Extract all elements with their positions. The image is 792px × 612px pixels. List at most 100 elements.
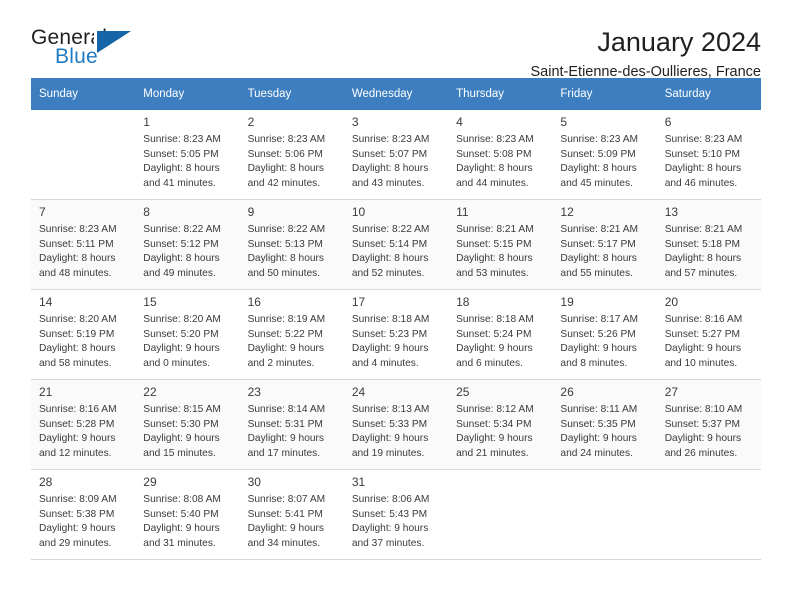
sunset-text: Sunset: 5:35 PM (560, 418, 636, 430)
day-number: 9 (247, 205, 255, 219)
calendar-day-cell[interactable]: 28 Sunrise: 8:09 AM Sunset: 5:38 PM Dayligh… (31, 469, 136, 560)
sunset-text: Sunset: 5:12 PM (143, 238, 219, 250)
calendar-day-cell[interactable]: 12 Sunrise: 8:21 AM Sunset: 5:17 PM Dayligh… (552, 199, 657, 290)
sunset-text: Sunset: 5:31 PM (247, 418, 323, 430)
calendar-day-cell[interactable]: 26 Sunrise: 8:11 AM Sunset: 5:35 PM Dayligh… (552, 379, 657, 470)
day-cell-content: 9 Sunrise: 8:22 AM Sunset: 5:13 PM Daylight… (240, 200, 344, 281)
day-cell-content: 2 Sunrise: 8:23 AM Sunset: 5:06 PM Daylight… (240, 110, 344, 191)
daylight-text-line1: Daylight: 9 hours (39, 523, 116, 535)
daylight-text-line1: Daylight: 8 hours (39, 253, 116, 265)
calendar-day-cell[interactable]: 10 Sunrise: 8:22 AM Sunset: 5:14 PM Dayligh… (343, 199, 449, 290)
calendar-day-cell[interactable]: 25 Sunrise: 8:12 AM Sunset: 5:34 PM Dayligh… (448, 379, 553, 470)
daylight-text-line2: and 41 minutes. (143, 177, 216, 189)
calendar-day-cell[interactable]: 5 Sunrise: 8:23 AM Sunset: 5:09 PM Daylight… (552, 110, 657, 200)
calendar-day-cell[interactable]: 31 Sunrise: 8:06 AM Sunset: 5:43 PM Dayligh… (343, 469, 449, 560)
calendar-day-cell[interactable]: 23 Sunrise: 8:14 AM Sunset: 5:31 PM Dayligh… (239, 379, 344, 470)
day-number: 28 (39, 475, 53, 489)
calendar-day-cell[interactable]: 8 Sunrise: 8:22 AM Sunset: 5:12 PM Daylight… (135, 199, 240, 290)
daylight-text-line1: Daylight: 9 hours (247, 433, 325, 445)
calendar-day-cell[interactable]: 24 Sunrise: 8:13 AM Sunset: 5:33 PM Dayligh… (343, 379, 449, 470)
calendar-header-row: Sunday Monday Tuesday Wednesday Thursday… (31, 78, 761, 110)
calendar-day-cell[interactable]: 11 Sunrise: 8:21 AM Sunset: 5:15 PM Dayligh… (448, 199, 553, 290)
day-number: 26 (560, 385, 574, 399)
day-number: 23 (247, 385, 261, 399)
day-number: 17 (351, 295, 366, 309)
daylight-text-line2: and 21 minutes. (456, 447, 529, 459)
sunrise-text: Sunrise: 8:14 AM (247, 404, 326, 415)
daylight-text-line1: Daylight: 8 hours (560, 253, 637, 265)
daylight-text-line2: and 12 minutes. (39, 447, 112, 459)
calendar-day-cell[interactable]: 6 Sunrise: 8:23 AM Sunset: 5:10 PM Daylight… (656, 110, 761, 200)
weekday-header-tuesday: Tuesday (239, 78, 344, 110)
calendar-day-cell[interactable]: 1 Sunrise: 8:23 AM Sunset: 5:05 PM Daylight… (135, 110, 240, 200)
calendar-day-cell[interactable]: 7 Sunrise: 8:23 AM Sunset: 5:11 PM Daylight… (31, 199, 136, 290)
daylight-text-line2: and 10 minutes. (664, 357, 738, 369)
calendar-day-cell[interactable]: 19 Sunrise: 8:17 AM Sunset: 5:26 PM Dayligh… (552, 289, 657, 380)
calendar-week-row: 14 Sunrise: 8:20 AM Sunset: 5:19 PM Dayligh… (31, 289, 761, 380)
daylight-text-line1: Daylight: 8 hours (143, 163, 220, 175)
sunset-text: Sunset: 5:11 PM (39, 238, 114, 250)
weekday-header-thursday: Thursday (448, 78, 553, 110)
day-number: 14 (39, 295, 53, 309)
daylight-text-line2: and 43 minutes. (351, 177, 425, 189)
calendar-day-cell[interactable]: 20 Sunrise: 8:16 AM Sunset: 5:27 PM Dayligh… (656, 289, 761, 380)
daylight-text-line2: and 31 minutes. (143, 537, 216, 549)
sunset-text: Sunset: 5:40 PM (143, 508, 219, 520)
calendar-day-cell[interactable]: 30 Sunrise: 8:07 AM Sunset: 5:41 PM Dayligh… (239, 469, 344, 560)
brand-logo[interactable]: General Blue (31, 26, 141, 74)
calendar-day-cell[interactable]: 15 Sunrise: 8:20 AM Sunset: 5:20 PM Dayligh… (135, 289, 240, 380)
daylight-text-line2: and 37 minutes. (351, 537, 425, 549)
day-cell-content: 6 Sunrise: 8:23 AM Sunset: 5:10 PM Daylight… (657, 110, 761, 191)
calendar-day-cell[interactable]: 4 Sunrise: 8:23 AM Sunset: 5:08 PM Daylight… (448, 110, 553, 200)
daylight-text-line1: Daylight: 9 hours (39, 433, 116, 445)
calendar-empty-cell (656, 469, 761, 560)
sunset-text: Sunset: 5:20 PM (143, 328, 219, 340)
sunset-text: Sunset: 5:37 PM (664, 418, 741, 430)
day-number: 20 (664, 295, 679, 309)
day-number: 3 (351, 115, 359, 129)
day-number: 10 (351, 205, 366, 219)
day-number: 16 (247, 295, 261, 309)
daylight-text-line1: Daylight: 9 hours (664, 433, 742, 445)
daylight-text-line2: and 53 minutes. (456, 267, 529, 279)
calendar-day-cell[interactable]: 21 Sunrise: 8:16 AM Sunset: 5:28 PM Dayligh… (31, 379, 136, 470)
sunrise-text: Sunrise: 8:23 AM (39, 224, 117, 235)
day-number: 12 (560, 205, 574, 219)
day-cell-content: 13 Sunrise: 8:21 AM Sunset: 5:18 PM Dayligh… (657, 200, 761, 281)
calendar-day-cell[interactable]: 27 Sunrise: 8:10 AM Sunset: 5:37 PM Dayligh… (656, 379, 761, 470)
sunrise-text: Sunrise: 8:18 AM (351, 314, 430, 325)
calendar-day-cell[interactable]: 22 Sunrise: 8:15 AM Sunset: 5:30 PM Dayligh… (135, 379, 240, 470)
day-cell-content: 11 Sunrise: 8:21 AM Sunset: 5:15 PM Dayligh… (448, 200, 552, 281)
daylight-text-line1: Daylight: 9 hours (351, 523, 429, 535)
calendar-day-cell[interactable]: 3 Sunrise: 8:23 AM Sunset: 5:07 PM Daylight… (343, 110, 449, 200)
calendar-day-cell[interactable]: 18 Sunrise: 8:18 AM Sunset: 5:24 PM Dayligh… (448, 289, 553, 380)
sunset-text: Sunset: 5:07 PM (351, 148, 428, 160)
day-cell-content: 20 Sunrise: 8:16 AM Sunset: 5:27 PM Dayligh… (657, 290, 761, 371)
calendar-day-cell[interactable]: 17 Sunrise: 8:18 AM Sunset: 5:23 PM Dayligh… (343, 289, 449, 380)
sunrise-text: Sunrise: 8:22 AM (247, 224, 326, 235)
sunrise-text: Sunrise: 8:22 AM (143, 224, 221, 235)
day-number: 5 (560, 115, 568, 129)
calendar-day-cell[interactable]: 29 Sunrise: 8:08 AM Sunset: 5:40 PM Dayligh… (135, 469, 240, 560)
sunset-text: Sunset: 5:34 PM (456, 418, 532, 430)
sunset-text: Sunset: 5:08 PM (456, 148, 532, 160)
calendar-day-cell[interactable]: 9 Sunrise: 8:22 AM Sunset: 5:13 PM Daylight… (239, 199, 344, 290)
sunset-text: Sunset: 5:38 PM (39, 508, 115, 520)
calendar-day-cell[interactable]: 16 Sunrise: 8:19 AM Sunset: 5:22 PM Dayligh… (239, 289, 344, 380)
daylight-text-line2: and 2 minutes. (247, 357, 315, 369)
daylight-text-line2: and 24 minutes. (560, 447, 633, 459)
daylight-text-line1: Daylight: 9 hours (560, 343, 637, 355)
weekday-header-friday: Friday (552, 78, 657, 110)
calendar-day-cell[interactable]: 14 Sunrise: 8:20 AM Sunset: 5:19 PM Dayligh… (31, 289, 136, 380)
daylight-text-line2: and 48 minutes. (39, 267, 112, 279)
weekday-header-wednesday: Wednesday (343, 78, 449, 110)
sunrise-text: Sunrise: 8:07 AM (247, 494, 326, 505)
day-number: 1 (143, 115, 150, 129)
calendar-day-cell[interactable]: 13 Sunrise: 8:21 AM Sunset: 5:18 PM Dayligh… (656, 199, 761, 290)
calendar-day-cell[interactable]: 2 Sunrise: 8:23 AM Sunset: 5:06 PM Daylight… (239, 110, 344, 200)
day-cell-content: 4 Sunrise: 8:23 AM Sunset: 5:08 PM Daylight… (448, 110, 552, 191)
calendar-empty-cell (448, 469, 553, 560)
brand-name-blue: Blue (55, 45, 98, 68)
daylight-text-line2: and 34 minutes. (247, 537, 321, 549)
sunset-text: Sunset: 5:41 PM (247, 508, 323, 520)
